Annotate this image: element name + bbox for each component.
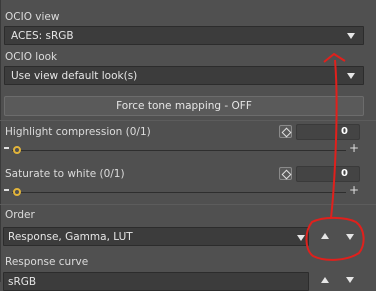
red-annotation-overlay: [305, 52, 365, 261]
annotation-arrow-line: [330, 59, 338, 219]
annotation-circle: [305, 216, 365, 261]
